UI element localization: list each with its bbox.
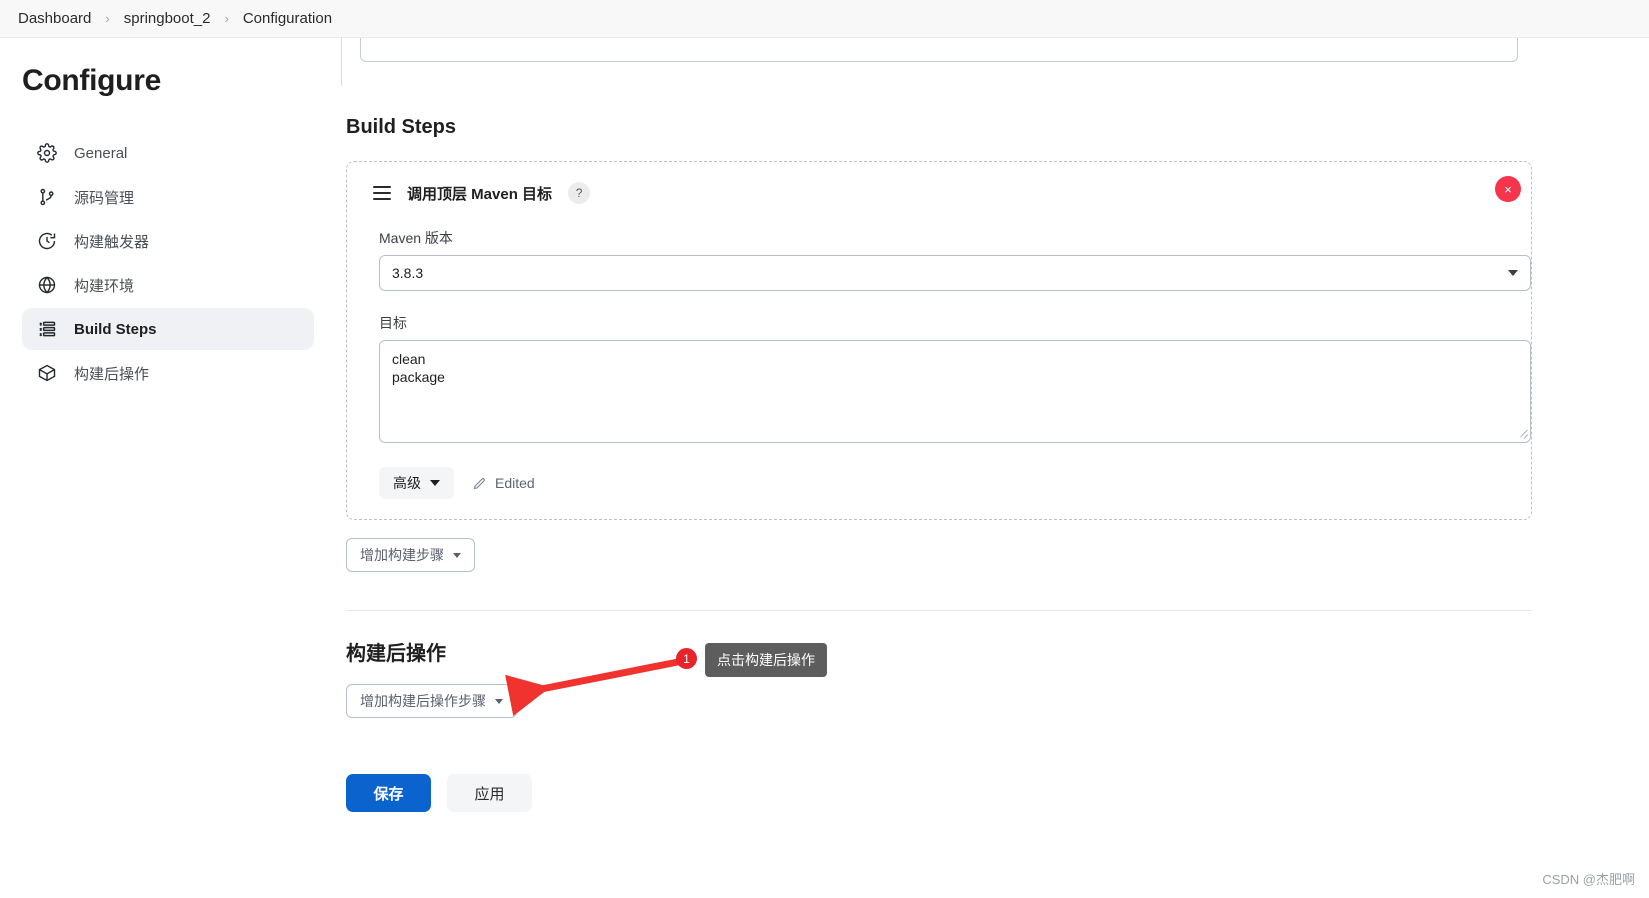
globe-icon xyxy=(36,274,58,296)
maven-version-select[interactable]: 3.8.3 xyxy=(379,255,1531,291)
form-left-rail xyxy=(341,38,342,86)
sidebar-item-label: Build Steps xyxy=(74,320,157,338)
sidebar: Configure General 源码管理 构建触发器 构建环境 Build … xyxy=(0,38,330,898)
caret-down-icon xyxy=(453,552,461,558)
maven-version-value: 3.8.3 xyxy=(392,265,424,281)
build-steps-heading: Build Steps xyxy=(346,116,457,138)
sidebar-item-source-management[interactable]: 源码管理 xyxy=(22,176,314,218)
sidebar-item-build-triggers[interactable]: 构建触发器 xyxy=(22,220,314,262)
chevron-down-icon xyxy=(430,480,440,486)
add-build-step-label: 增加构建步骤 xyxy=(360,547,444,563)
add-post-build-step-label: 增加构建后操作步骤 xyxy=(360,693,486,709)
build-step-footer: 高级 Edited xyxy=(379,467,1513,499)
sidebar-item-post-build-actions[interactable]: 构建后操作 xyxy=(22,352,314,394)
sidebar-item-build-environment[interactable]: 构建环境 xyxy=(22,264,314,306)
caret-down-icon xyxy=(495,698,503,704)
build-step-title: 调用顶层 Maven 目标 xyxy=(407,185,553,203)
advanced-button[interactable]: 高级 xyxy=(379,467,454,499)
branch-icon xyxy=(36,186,58,208)
main-content: Build Steps 调用顶层 Maven 目标 ? × Maven 版本 3… xyxy=(330,38,1649,898)
goals-label: 目标 xyxy=(379,315,407,331)
goals-textarea[interactable]: clean package xyxy=(379,340,1531,443)
breadcrumb-separator-icon: › xyxy=(224,11,229,26)
save-button[interactable]: 保存 xyxy=(346,774,431,812)
sidebar-item-label: General xyxy=(74,144,128,162)
breadcrumb-item-configuration[interactable]: Configuration xyxy=(237,8,338,29)
advanced-label: 高级 xyxy=(393,475,421,491)
apply-button[interactable]: 应用 xyxy=(447,774,532,812)
pencil-icon xyxy=(472,476,487,491)
package-icon xyxy=(36,362,58,384)
help-icon[interactable]: ? xyxy=(568,182,591,204)
watermark: CSDN @杰肥啊 xyxy=(1542,872,1635,887)
sidebar-item-label: 构建后操作 xyxy=(74,365,150,383)
page-body: Configure General 源码管理 构建触发器 构建环境 Build … xyxy=(0,38,1649,898)
page-title: Configure xyxy=(22,64,161,97)
edited-label: Edited xyxy=(495,475,535,491)
sidebar-item-label: 构建触发器 xyxy=(74,233,150,251)
breadcrumb-item-dashboard[interactable]: Dashboard xyxy=(12,8,97,29)
sidebar-nav: General 源码管理 构建触发器 构建环境 Build Steps 构建后操… xyxy=(22,132,314,394)
clock-icon xyxy=(36,230,58,252)
add-build-step-button[interactable]: 增加构建步骤 xyxy=(346,538,475,572)
build-step-card: 调用顶层 Maven 目标 ? × Maven 版本 3.8.3 目标 clea… xyxy=(346,161,1532,520)
delete-step-button[interactable]: × xyxy=(1495,176,1521,202)
sidebar-item-label: 源码管理 xyxy=(74,189,135,207)
resize-grip-icon[interactable] xyxy=(1519,427,1529,437)
maven-version-label: Maven 版本 xyxy=(379,230,453,246)
chevron-down-icon xyxy=(1508,270,1518,276)
post-build-heading: 构建后操作 xyxy=(346,643,446,665)
sidebar-item-label: 构建环境 xyxy=(74,277,135,295)
form-actions: 保存 应用 xyxy=(346,774,1529,812)
breadcrumb: Dashboard › springboot_2 › Configuration xyxy=(0,0,1649,38)
drag-handle-icon[interactable] xyxy=(373,186,391,200)
edited-status: Edited xyxy=(472,475,535,491)
breadcrumb-separator-icon: › xyxy=(105,11,110,26)
sidebar-item-build-steps[interactable]: Build Steps xyxy=(22,308,314,350)
gear-icon xyxy=(36,142,58,164)
breadcrumb-item-project[interactable]: springboot_2 xyxy=(118,8,217,29)
list-icon xyxy=(36,318,58,340)
section-divider xyxy=(346,610,1532,611)
sidebar-item-general[interactable]: General xyxy=(22,132,314,174)
build-step-header: 调用顶层 Maven 目标 ? xyxy=(365,178,1513,206)
add-post-build-step-button[interactable]: 增加构建后操作步骤 xyxy=(346,684,517,718)
previous-field-partial[interactable] xyxy=(360,38,1518,62)
